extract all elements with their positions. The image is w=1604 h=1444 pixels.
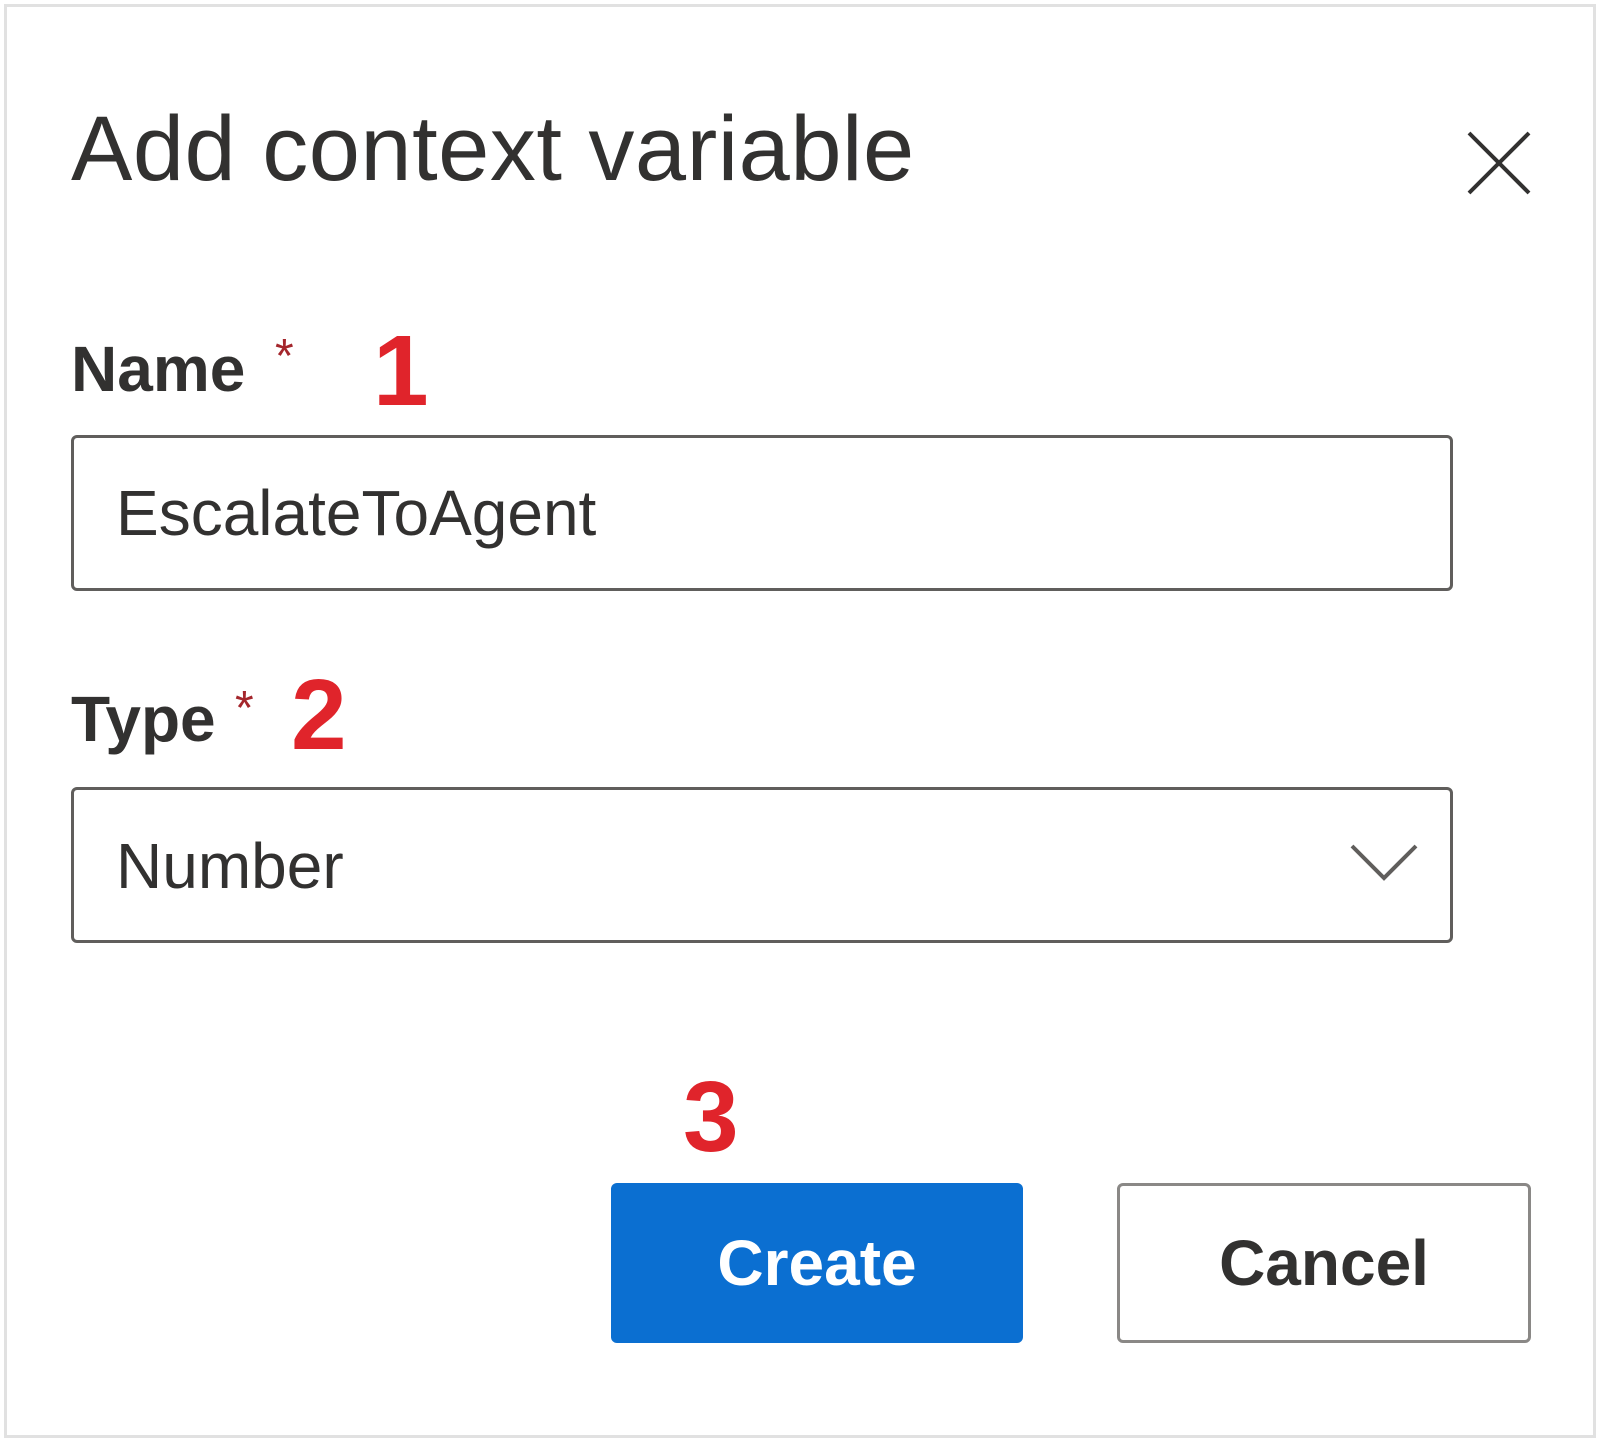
close-icon <box>1467 131 1531 195</box>
step-marker-1: 1 <box>373 315 429 427</box>
type-label: Type <box>71 683 216 755</box>
name-label: Name <box>71 333 246 405</box>
name-required-marker: * <box>275 330 294 383</box>
create-button[interactable]: Create <box>611 1183 1023 1343</box>
close-button[interactable] <box>1463 127 1535 199</box>
add-context-variable-dialog: Add context variable Name * 1 Type * 2 N… <box>4 4 1596 1438</box>
chevron-down-icon <box>1350 844 1418 881</box>
step-marker-2: 2 <box>291 659 347 771</box>
cancel-button[interactable]: Cancel <box>1117 1183 1531 1343</box>
type-dropdown-value: Number <box>116 830 344 902</box>
type-dropdown[interactable]: Number <box>71 787 1453 943</box>
dialog-title: Add context variable <box>71 98 915 200</box>
type-required-marker: * <box>235 682 254 735</box>
name-input[interactable] <box>71 435 1453 591</box>
step-marker-3: 3 <box>683 1061 739 1173</box>
